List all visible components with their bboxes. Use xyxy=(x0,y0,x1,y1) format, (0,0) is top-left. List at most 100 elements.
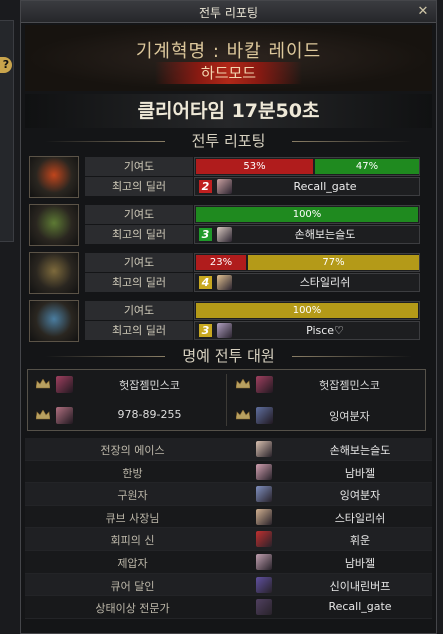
character-avatar xyxy=(256,508,272,525)
raid-name: 기계혁명 : 바칼 레이드 xyxy=(135,41,322,62)
award-row: 한방 남바젤 xyxy=(25,460,432,484)
character-avatar xyxy=(256,486,272,503)
award-player-name: 휘운 xyxy=(349,534,371,548)
award-title: 제압자 xyxy=(117,556,148,570)
clear-time: 클리어타임 17분50초 xyxy=(25,94,432,128)
award-player-name: 남바젤 xyxy=(344,556,376,570)
contribution-label: 기여도 xyxy=(85,205,193,224)
honor-member: 잉여분자 xyxy=(228,401,425,430)
award-title: 구원자 xyxy=(117,489,148,503)
award-title: 전장의 에이스 xyxy=(100,444,165,457)
award-player-name: 신이내린버프 xyxy=(329,579,391,593)
party-portrait-icon xyxy=(29,300,79,342)
character-avatar xyxy=(56,407,73,424)
crown-icon xyxy=(36,379,50,389)
crown-icon xyxy=(236,410,250,420)
report-section-title: 전투 리포팅 xyxy=(25,130,432,152)
award-row: 큐어 달인 신이내린버프 xyxy=(25,573,432,597)
difficulty-badge: 하드모드 xyxy=(155,62,302,84)
character-avatar xyxy=(256,576,272,593)
honor-member: 978-89-255 xyxy=(28,401,225,430)
top-dealer-label: 최고의 딜러 xyxy=(85,321,193,340)
top-dealer-value: 2 Recall_gate xyxy=(194,177,420,196)
honor-section-title: 명예 전투 대원 xyxy=(25,345,432,367)
honor-member-name: 헛잡젬민스코 xyxy=(319,379,380,392)
award-row: 구원자 잉여분자 xyxy=(25,483,432,506)
close-icon[interactable]: ✕ xyxy=(414,3,432,21)
top-dealer-label: 최고의 딜러 xyxy=(85,273,193,292)
award-player-name: 잉여분자 xyxy=(339,489,381,503)
contribution-bar: 100% xyxy=(194,301,420,320)
honor-member-name: 978-89-255 xyxy=(117,408,182,421)
window-title: 전투 리포팅 xyxy=(198,6,258,20)
top-dealer-label: 최고의 딜러 xyxy=(85,225,193,244)
award-player-name: 스타일리쉬 xyxy=(334,511,386,525)
raid-header: 기계혁명 : 바칼 레이드 하드모드 xyxy=(25,25,432,91)
character-avatar xyxy=(256,441,272,457)
awards-list: 전장의 에이스 손해보는슬도 한방 남바젤 구원자 잉여분자 큐브 사장님 스타일리쉬 회피의 … xyxy=(25,438,432,619)
contribution-bar: 53% 47% xyxy=(194,157,420,176)
contribution-bar-segment: 77% xyxy=(248,255,419,270)
title-bar[interactable]: 전투 리포팅 ✕ xyxy=(21,1,436,23)
party-portrait-icon xyxy=(29,204,79,246)
dealer-name: 손해보는슬도 xyxy=(294,228,356,241)
crown-icon xyxy=(36,410,50,420)
contribution-label: 기여도 xyxy=(85,157,193,176)
party-row: 기여도 최고의 딜러 100% 3 Pisce♡ xyxy=(25,300,420,342)
character-avatar xyxy=(256,407,273,424)
rank-badge: 2 xyxy=(199,180,212,193)
contribution-bar: 23% 77% xyxy=(194,253,420,272)
contribution-bar-segment: 53% xyxy=(196,159,313,174)
contribution-bar-segment: 23% xyxy=(196,255,246,270)
award-row: 상태이상 전문가 Recall_gate xyxy=(25,596,432,619)
party-row: 기여도 최고의 딜러 53% 47% 2 Recall_gate xyxy=(25,156,420,198)
honor-members-panel: 헛잡젬민스코 헛잡젬민스코 978-89-255 잉여분자 xyxy=(27,369,426,431)
award-row: 전장의 에이스 손해보는슬도 xyxy=(25,438,432,461)
award-row: 제압자 남바젤 xyxy=(25,550,432,574)
help-icon[interactable]: ? xyxy=(0,57,12,73)
character-avatar xyxy=(217,227,232,242)
contribution-label: 기여도 xyxy=(85,301,193,320)
top-dealer-value: 3 Pisce♡ xyxy=(194,321,420,340)
character-avatar xyxy=(256,531,272,548)
award-title: 큐브 사장님 xyxy=(105,511,160,525)
character-avatar xyxy=(217,179,232,194)
dealer-name: Pisce♡ xyxy=(306,324,344,337)
character-avatar xyxy=(256,463,272,480)
character-avatar xyxy=(256,599,272,616)
character-avatar xyxy=(256,376,273,393)
top-dealer-value: 3 손해보는슬도 xyxy=(194,225,420,244)
divider xyxy=(226,374,227,426)
award-title: 상태이상 전문가 xyxy=(95,602,170,616)
screen: ? 전투 리포팅 ✕ 기계혁명 : 바칼 레이드 하드모드 클리어타임 17분5… xyxy=(0,0,443,634)
rank-badge: 3 xyxy=(199,324,212,337)
honor-member: 헛잡젬민스코 xyxy=(28,370,225,399)
award-title: 큐어 달인 xyxy=(110,579,155,593)
character-avatar xyxy=(217,275,232,290)
side-panel: ? xyxy=(0,20,14,242)
honor-member-name: 헛잡젬민스코 xyxy=(119,379,180,392)
dealer-name: Recall_gate xyxy=(293,180,357,193)
party-portrait-icon xyxy=(29,252,79,294)
rank-badge: 3 xyxy=(199,228,212,241)
battle-report-window: 전투 리포팅 ✕ 기계혁명 : 바칼 레이드 하드모드 클리어타임 17분50초… xyxy=(20,0,437,634)
award-player-name: 남바젤 xyxy=(344,466,376,480)
party-portrait-icon xyxy=(29,156,79,198)
contribution-bar-segment: 100% xyxy=(196,207,418,222)
honor-member-name: 잉여분자 xyxy=(329,410,370,423)
contribution-label: 기여도 xyxy=(85,253,193,272)
award-title: 회피의 신 xyxy=(110,534,155,548)
character-avatar xyxy=(256,553,272,570)
award-player-name: Recall_gate xyxy=(328,600,392,614)
character-avatar xyxy=(56,376,73,393)
award-row: 회피의 신 휘운 xyxy=(25,528,432,551)
top-dealer-label: 최고의 딜러 xyxy=(85,177,193,196)
honor-member: 헛잡젬민스코 xyxy=(228,370,425,399)
award-row: 큐브 사장님 스타일리쉬 xyxy=(25,505,432,529)
party-row: 기여도 최고의 딜러 23% 77% 4 스타일리쉬 xyxy=(25,252,420,294)
contribution-bar: 100% xyxy=(194,205,420,224)
party-row: 기여도 최고의 딜러 100% 3 손해보는슬도 xyxy=(25,204,420,246)
character-avatar xyxy=(217,323,232,338)
award-title: 한방 xyxy=(122,466,143,480)
award-player-name: 손해보는슬도 xyxy=(329,444,391,457)
